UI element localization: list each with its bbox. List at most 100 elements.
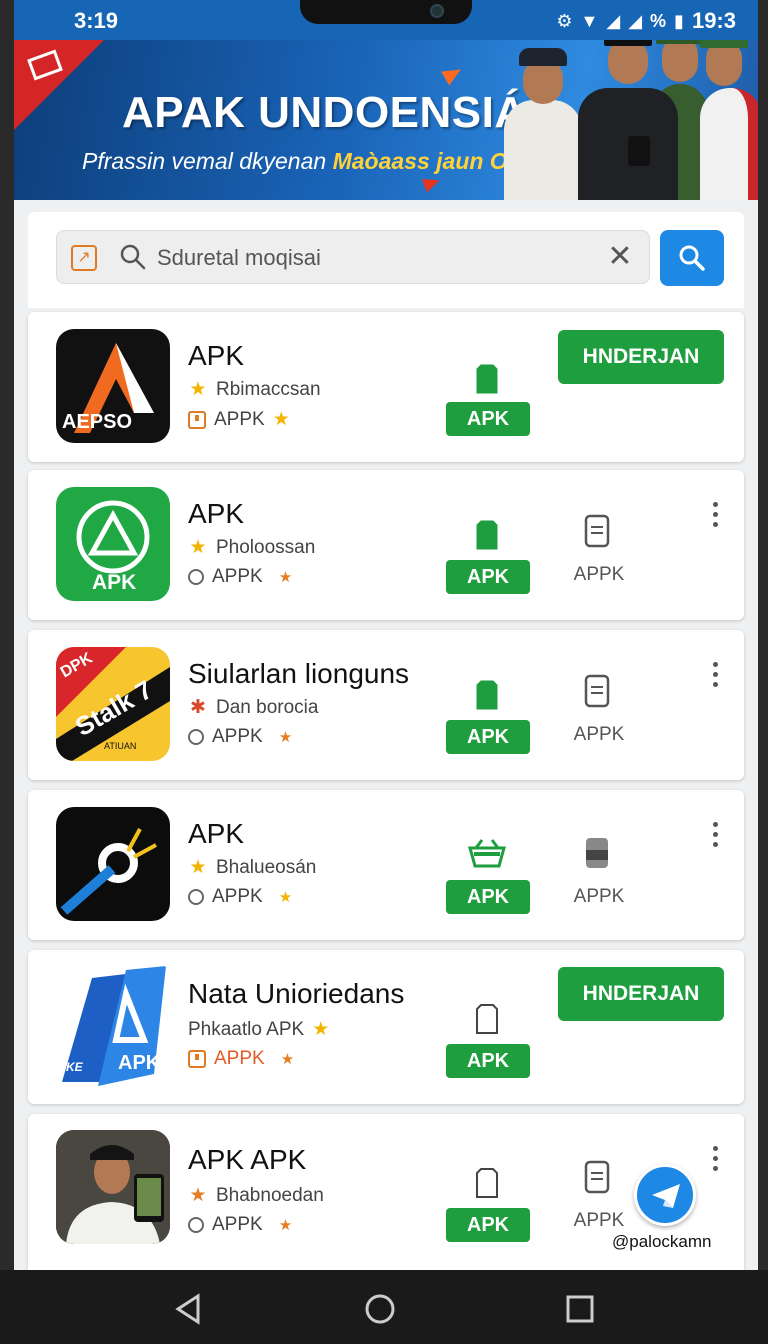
- paper-plane-small-icon: [422, 173, 442, 193]
- circle-icon: [188, 889, 204, 905]
- app-meta-row: ✱ Dan borocia: [188, 696, 318, 719]
- app-title: APK APK: [188, 1144, 307, 1175]
- star-icon: ★: [189, 379, 207, 400]
- banner-subtitle: Pfrassin vemal dkyenan Maòaass jaun Oeıı: [82, 148, 533, 175]
- download-button[interactable]: HNDERJAN: [558, 967, 724, 1021]
- apk-badge[interactable]: APK: [446, 1208, 530, 1242]
- appk-label: APPK: [573, 724, 625, 745]
- app-icon-aepso[interactable]: AEPSO: [56, 329, 170, 443]
- banner-people-illustration: [502, 40, 758, 200]
- apk-badge[interactable]: APK: [446, 402, 530, 436]
- star-icon: ★: [189, 537, 207, 558]
- search-box: ↗ ✕: [56, 230, 650, 284]
- search-input[interactable]: [157, 241, 577, 275]
- front-camera-icon: [430, 4, 444, 18]
- screen: 3:19 ⚙ ▼ ◢ ◢ % ▮ 19:3 APAK UNDOENSIÁ Pfr…: [14, 0, 758, 1270]
- more-options-icon[interactable]: [710, 662, 720, 690]
- star-icon: ★: [312, 1019, 330, 1040]
- search-button[interactable]: [660, 230, 724, 286]
- document-icon: [584, 674, 610, 708]
- app-icon-apk-green[interactable]: APK: [56, 487, 170, 601]
- app-meta-row: ★ Pholoossan: [188, 536, 315, 559]
- navigation-bar: [0, 1270, 768, 1344]
- back-icon[interactable]: [172, 1292, 206, 1326]
- app-meta-row: ★ Bhalueosán: [188, 856, 316, 879]
- file-icon: [476, 680, 498, 710]
- circle-icon: [188, 729, 204, 745]
- more-options-icon[interactable]: [710, 822, 720, 850]
- app-meta-text: APPK: [212, 566, 263, 587]
- home-icon[interactable]: [363, 1292, 397, 1326]
- app-meta-row: APPK ★: [188, 1048, 294, 1070]
- telegram-share-button[interactable]: [634, 1164, 696, 1226]
- apk-badge[interactable]: APK: [446, 880, 530, 914]
- file-outline-icon: [476, 1168, 498, 1198]
- app-card[interactable]: APK ★ Bhalueosán APPK ★ APK APPK: [28, 790, 744, 940]
- appk-label: APPK: [573, 886, 625, 907]
- app-icon-text: APK: [118, 1052, 161, 1074]
- paper-plane-icon: [652, 1184, 680, 1208]
- camera-notch: [300, 0, 472, 24]
- app-icon-officer-photo[interactable]: [56, 1130, 170, 1244]
- settings-gear-icon: ⚙: [556, 10, 573, 31]
- app-icon-apk-blue[interactable]: APK KE: [56, 964, 174, 1090]
- app-meta-text: APPK: [212, 726, 263, 747]
- circle-icon: [188, 1217, 204, 1233]
- apk-badge[interactable]: APK: [446, 560, 530, 594]
- apk-badge[interactable]: APK: [446, 720, 530, 754]
- app-meta-text: Dan borocia: [216, 696, 319, 718]
- file-icon: [476, 520, 498, 550]
- app-title: Siularlan lionguns: [188, 658, 410, 689]
- app-meta-text: Phkaatlo APK: [188, 1018, 305, 1040]
- app-card[interactable]: AEPSO APK ★ Rbimaccsan APPK ★ APK HNDERJAN: [28, 312, 744, 462]
- wifi-icon: ▼: [580, 10, 599, 31]
- battery-icon: ▮: [674, 10, 684, 31]
- star-icon: ★: [278, 1217, 293, 1234]
- app-title: APK: [188, 340, 245, 371]
- calendar-icon: [188, 1050, 206, 1068]
- clear-search-icon[interactable]: ✕: [605, 242, 635, 272]
- banner-title: APAK UNDOENSIÁ: [122, 88, 527, 137]
- app-meta-row: APPK ★: [188, 886, 292, 908]
- calendar-filter-icon[interactable]: ↗: [71, 245, 97, 271]
- apk-badge[interactable]: APK: [446, 1044, 530, 1078]
- star-icon: ★: [189, 1185, 207, 1206]
- search-icon: [120, 244, 146, 270]
- star-icon: ★: [272, 409, 290, 430]
- app-title: APK: [188, 818, 245, 849]
- paper-plane-icon: [441, 62, 465, 86]
- app-icon-target[interactable]: [56, 807, 170, 921]
- app-card[interactable]: DPK Stalk 7 ATIUAN Siularlan lionguns ✱ D…: [28, 630, 744, 780]
- calendar-icon: [188, 410, 206, 429]
- search-button-icon: [679, 245, 705, 271]
- app-meta-text: Rbimaccsan: [216, 378, 321, 400]
- app-meta-text: APPK: [214, 1048, 265, 1069]
- app-icon-text: APK: [92, 571, 137, 594]
- document-icon: [584, 514, 610, 548]
- basket-icon: [468, 839, 506, 868]
- phone-frame: 3:19 ⚙ ▼ ◢ ◢ % ▮ 19:3 APAK UNDOENSIÁ Pfr…: [0, 0, 768, 1344]
- star-icon: ★: [278, 569, 293, 586]
- download-button[interactable]: HNDERJAN: [558, 330, 724, 384]
- app-meta-text: APPK: [212, 1214, 263, 1235]
- app-icon-stalk[interactable]: DPK Stalk 7 ATIUAN: [56, 647, 170, 761]
- app-meta-row: APPK ★: [188, 566, 292, 588]
- appk-label: APPK: [573, 1210, 625, 1231]
- app-card[interactable]: APK APK ★ Pholoossan APPK ★ APK APPK: [28, 470, 744, 620]
- app-meta-text: Pholoossan: [216, 536, 316, 558]
- app-card[interactable]: APK KE Nata Unioriedans Phkaatlo APK ★ AP…: [28, 950, 744, 1104]
- star-icon: ✱: [190, 697, 206, 718]
- app-meta-row: ★ Bhabnoedan: [188, 1184, 324, 1207]
- app-meta-text: Bhalueosán: [216, 856, 317, 878]
- app-meta-text: Bhabnoedan: [216, 1184, 324, 1206]
- signal-icon: ◢: [606, 10, 621, 31]
- app-icon-text: AEPSO: [62, 411, 133, 433]
- status-time: 3:19: [74, 8, 119, 33]
- star-icon: ★: [280, 1051, 295, 1068]
- star-icon: ★: [278, 889, 293, 906]
- more-options-icon[interactable]: [710, 1146, 720, 1174]
- promo-banner[interactable]: APAK UNDOENSIÁ Pfrassin vemal dkyenan Ma…: [14, 40, 758, 200]
- app-meta-text: APPK: [212, 886, 263, 907]
- recents-icon[interactable]: [563, 1292, 597, 1326]
- more-options-icon[interactable]: [710, 502, 720, 530]
